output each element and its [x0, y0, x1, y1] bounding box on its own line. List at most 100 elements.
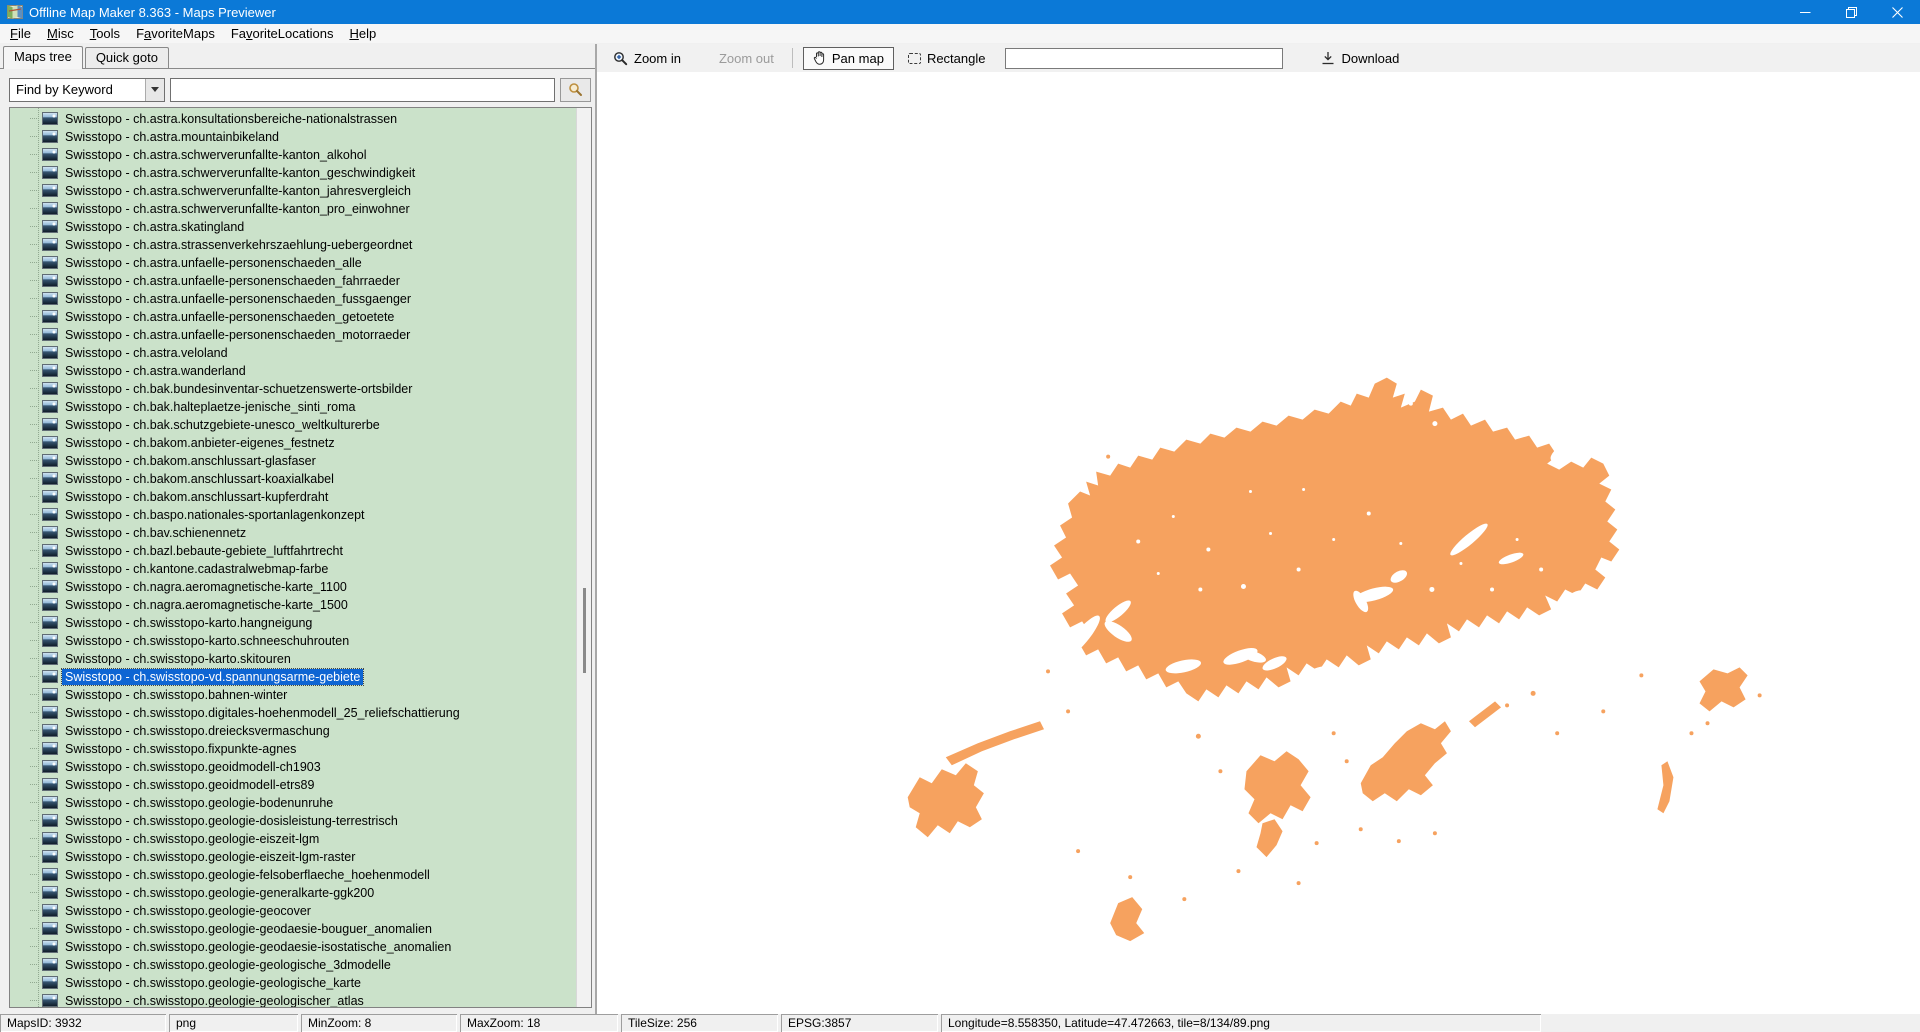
tree-item[interactable]: Swisstopo - ch.astra.konsultationsbereic…: [10, 110, 576, 128]
tree-item[interactable]: Swisstopo - ch.bakom.anbieter-eigenes_fe…: [10, 434, 576, 452]
tree-connector: [30, 172, 39, 173]
tree-item-label: Swisstopo - ch.baspo.nationales-sportanl…: [62, 507, 368, 523]
tree-item[interactable]: Swisstopo - ch.bazl.bebaute-gebiete_luft…: [10, 542, 576, 560]
tree-item[interactable]: Swisstopo - ch.swisstopo.geoidmodell-etr…: [10, 776, 576, 794]
tree-item[interactable]: Swisstopo - ch.astra.unfaelle-personensc…: [10, 272, 576, 290]
tab-quick-goto[interactable]: Quick goto: [85, 47, 169, 68]
tree-item[interactable]: Swisstopo - ch.swisstopo.geologie-genera…: [10, 884, 576, 902]
tree-item[interactable]: Swisstopo - ch.bakom.anschlussart-kupfer…: [10, 488, 576, 506]
map-layer-icon: [42, 256, 58, 269]
tree-item-label: Swisstopo - ch.swisstopo.geologie-geolog…: [62, 957, 394, 973]
tree-connector: [30, 514, 39, 515]
tree-item[interactable]: Swisstopo - ch.swisstopo.geologie-geolog…: [10, 956, 576, 974]
tree-connector: [30, 730, 39, 731]
tree-item[interactable]: Swisstopo - ch.swisstopo-karto.skitouren: [10, 650, 576, 668]
map-canvas[interactable]: [597, 72, 1920, 1014]
tree-item-label: Swisstopo - ch.swisstopo.geologie-felsob…: [62, 867, 433, 883]
tree-item[interactable]: Swisstopo - ch.swisstopo.geologie-geodae…: [10, 938, 576, 956]
tree-item[interactable]: Swisstopo - ch.bak.bundesinventar-schuet…: [10, 380, 576, 398]
zoom-out-button[interactable]: Zoom out: [713, 48, 780, 69]
tree-scrollbar[interactable]: [576, 108, 591, 1007]
map-layer-icon: [42, 238, 58, 251]
tab-maps-tree[interactable]: Maps tree: [3, 46, 83, 69]
search-input[interactable]: [170, 78, 555, 102]
menu-help[interactable]: Help: [341, 25, 384, 42]
tree-item[interactable]: Swisstopo - ch.bak.halteplaetze-jenische…: [10, 398, 576, 416]
tree-item-label: Swisstopo - ch.swisstopo.geologie-geolog…: [62, 993, 367, 1007]
minimize-button[interactable]: [1782, 0, 1828, 24]
tree-item[interactable]: Swisstopo - ch.bav.schienennetz: [10, 524, 576, 542]
tree-item[interactable]: Swisstopo - ch.swisstopo.geologie-geocov…: [10, 902, 576, 920]
window-title: Offline Map Maker 8.363 - Maps Previewer: [29, 5, 276, 20]
tree-item[interactable]: Swisstopo - ch.astra.unfaelle-personensc…: [10, 290, 576, 308]
tree-connector: [30, 370, 39, 371]
menu-misc[interactable]: Misc: [39, 25, 82, 42]
tree-item[interactable]: Swisstopo - ch.astra.strassenverkehrszae…: [10, 236, 576, 254]
status-cell: MaxZoom: 18: [460, 1014, 618, 1032]
tree-item[interactable]: Swisstopo - ch.bakom.anschlussart-glasfa…: [10, 452, 576, 470]
tree-item[interactable]: Swisstopo - ch.swisstopo.geologie-bodenu…: [10, 794, 576, 812]
tree-item[interactable]: Swisstopo - ch.bak.schutzgebiete-unesco_…: [10, 416, 576, 434]
status-cell: MapsID: 3932: [0, 1014, 166, 1032]
chevron-down-icon[interactable]: [145, 79, 164, 101]
tree-item[interactable]: Swisstopo - ch.astra.schwerverunfallte-k…: [10, 182, 576, 200]
tree-item[interactable]: Swisstopo - ch.baspo.nationales-sportanl…: [10, 506, 576, 524]
map-layer-icon: [42, 832, 58, 845]
tree-connector: [30, 982, 39, 983]
map-layer-icon: [42, 580, 58, 593]
tree-item[interactable]: Swisstopo - ch.swisstopo-karto.schneesch…: [10, 632, 576, 650]
tree-connector: [30, 946, 39, 947]
tree-item[interactable]: Swisstopo - ch.swisstopo-vd.spannungsarm…: [10, 668, 576, 686]
tree-item[interactable]: Swisstopo - ch.bakom.anschlussart-koaxia…: [10, 470, 576, 488]
tree-item[interactable]: Swisstopo - ch.swisstopo.geologie-geodae…: [10, 920, 576, 938]
tree-item[interactable]: Swisstopo - ch.swisstopo.geologie-eiszei…: [10, 848, 576, 866]
tree-item[interactable]: Swisstopo - ch.astra.mountainbikeland: [10, 128, 576, 146]
tree-item[interactable]: Swisstopo - ch.astra.schwerverunfallte-k…: [10, 200, 576, 218]
tree-connector: [30, 262, 39, 263]
tree-item[interactable]: Swisstopo - ch.astra.wanderland: [10, 362, 576, 380]
tree-item[interactable]: Swisstopo - ch.nagra.aeromagnetische-kar…: [10, 578, 576, 596]
map-layer-icon: [42, 706, 58, 719]
close-button[interactable]: [1874, 0, 1920, 24]
menu-favoritelocations[interactable]: FavoriteLocations: [223, 25, 342, 42]
menu-tools[interactable]: Tools: [82, 25, 128, 42]
menu-favoritemaps[interactable]: FavoriteMaps: [128, 25, 223, 42]
map-toolbar-input[interactable]: [1005, 48, 1283, 69]
tree-connector: [30, 748, 39, 749]
tree-connector: [30, 532, 39, 533]
tree-item[interactable]: Swisstopo - ch.swisstopo.geologie-geolog…: [10, 974, 576, 992]
rectangle-button[interactable]: Rectangle: [902, 48, 992, 69]
tree-item[interactable]: Swisstopo - ch.kantone.cadastralwebmap-f…: [10, 560, 576, 578]
search-button[interactable]: [560, 78, 591, 102]
zoom-in-button[interactable]: Zoom in: [607, 48, 687, 69]
tree-item-label: Swisstopo - ch.kantone.cadastralwebmap-f…: [62, 561, 331, 577]
tree-item[interactable]: Swisstopo - ch.swisstopo.fixpunkte-agnes: [10, 740, 576, 758]
tree-item[interactable]: Swisstopo - ch.swisstopo.geologie-dosisl…: [10, 812, 576, 830]
restore-button[interactable]: [1828, 0, 1874, 24]
tree-item[interactable]: Swisstopo - ch.astra.schwerverunfallte-k…: [10, 146, 576, 164]
tree-item[interactable]: Swisstopo - ch.astra.unfaelle-personensc…: [10, 254, 576, 272]
tree-item[interactable]: Swisstopo - ch.swisstopo.digitales-hoehe…: [10, 704, 576, 722]
tree-item[interactable]: Swisstopo - ch.swisstopo.geologie-geolog…: [10, 992, 576, 1007]
tree-item[interactable]: Swisstopo - ch.nagra.aeromagnetische-kar…: [10, 596, 576, 614]
pan-map-button[interactable]: Pan map: [803, 47, 894, 70]
tree-connector: [30, 820, 39, 821]
download-button[interactable]: Download: [1315, 48, 1405, 69]
tree-item[interactable]: Swisstopo - ch.astra.veloland: [10, 344, 576, 362]
tree-item[interactable]: Swisstopo - ch.astra.schwerverunfallte-k…: [10, 164, 576, 182]
tree-item[interactable]: Swisstopo - ch.astra.skatingland: [10, 218, 576, 236]
tree-item[interactable]: Swisstopo - ch.swisstopo.dreiecksvermasc…: [10, 722, 576, 740]
tree-item[interactable]: Swisstopo - ch.astra.unfaelle-personensc…: [10, 326, 576, 344]
tree-item-label: Swisstopo - ch.swisstopo.geologie-eiszei…: [62, 831, 322, 847]
tree-item[interactable]: Swisstopo - ch.astra.unfaelle-personensc…: [10, 308, 576, 326]
tree-item[interactable]: Swisstopo - ch.swisstopo.bahnen-winter: [10, 686, 576, 704]
tree-scrollbar-thumb[interactable]: [583, 588, 586, 673]
tree-item[interactable]: Swisstopo - ch.swisstopo.geologie-felsob…: [10, 866, 576, 884]
search-mode-dropdown[interactable]: Find by Keyword: [9, 78, 165, 102]
tree-item[interactable]: Swisstopo - ch.swisstopo.geoidmodell-ch1…: [10, 758, 576, 776]
tree-item[interactable]: Swisstopo - ch.swisstopo-karto.hangneigu…: [10, 614, 576, 632]
map-layer-icon: [42, 850, 58, 863]
tree-item[interactable]: Swisstopo - ch.swisstopo.geologie-eiszei…: [10, 830, 576, 848]
tree-item-label: Swisstopo - ch.astra.strassenverkehrszae…: [62, 237, 415, 253]
menu-file[interactable]: File: [2, 25, 39, 42]
